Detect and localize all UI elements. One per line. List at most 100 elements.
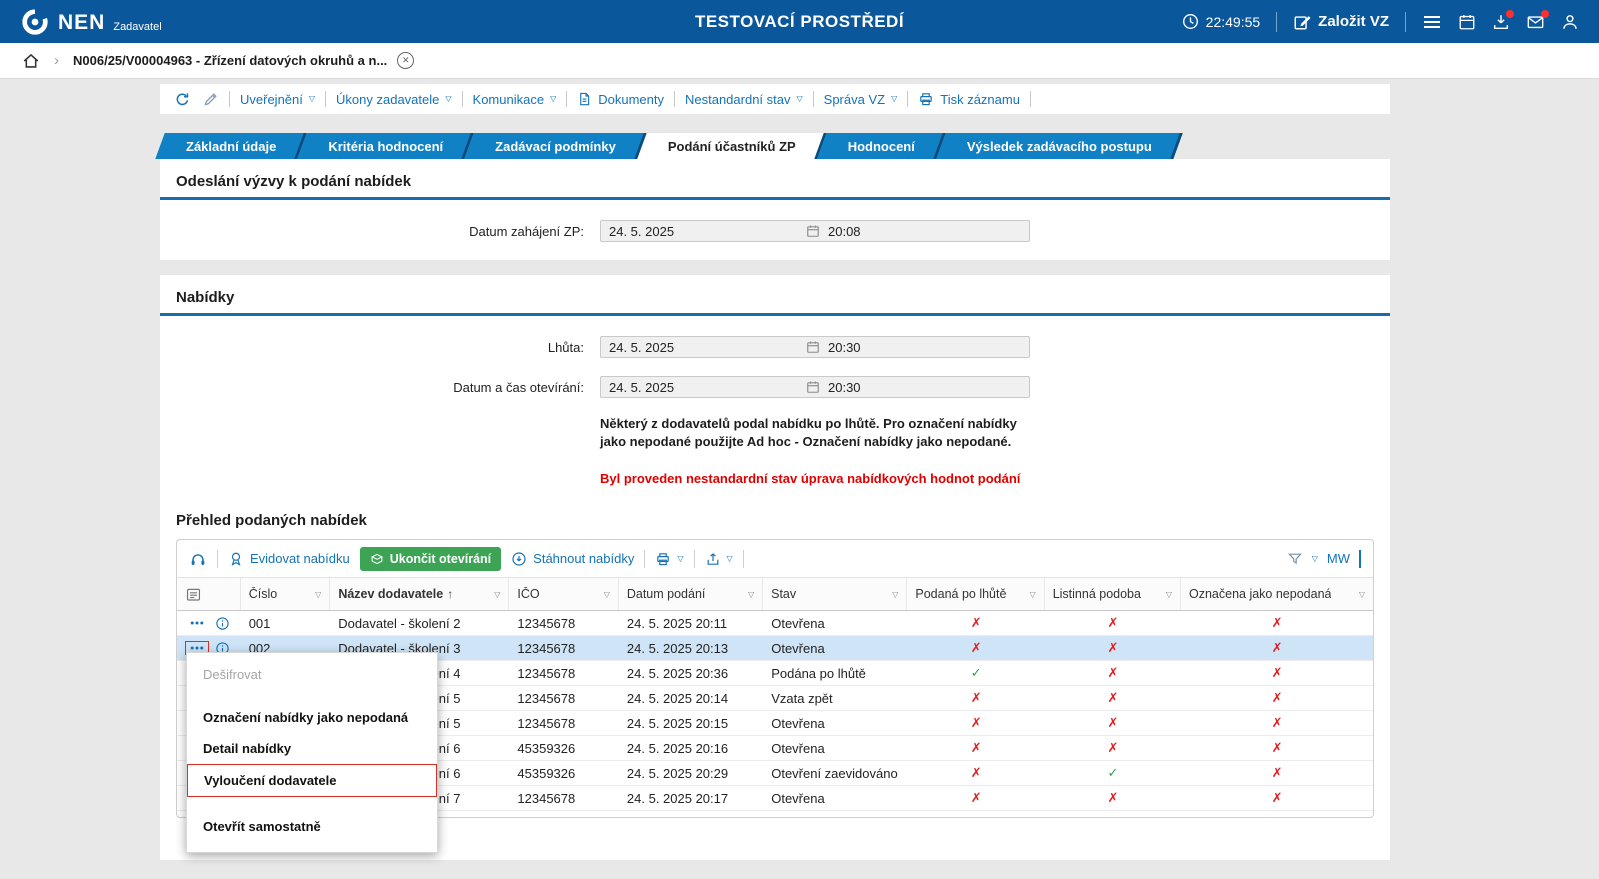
menu-item-detail-nabidky[interactable]: Detail nabídky: [187, 733, 437, 764]
home-icon[interactable]: [22, 52, 40, 70]
dropdown-triangle-icon: ▽: [309, 95, 315, 103]
datetime-control[interactable]: 24. 5. 2025 20:30: [600, 336, 1030, 358]
col-cislo[interactable]: Číslo ▽: [241, 578, 331, 610]
downloads-icon[interactable]: [1492, 13, 1510, 31]
menu-item-desifrovat: Dešifrovat: [187, 659, 437, 690]
datetime-control[interactable]: 24. 5. 2025 20:08: [600, 220, 1030, 242]
menu-sprava-vz[interactable]: Správa VZ ▽: [824, 92, 898, 107]
view-owner-label[interactable]: MW: [1327, 551, 1350, 566]
divider: [1030, 91, 1031, 107]
table-row[interactable]: 001 Dodavatel - školení 2 12345678 24. 5…: [177, 611, 1373, 636]
download-circle-icon: [511, 551, 527, 567]
cell-ico: 45359326: [509, 766, 619, 781]
divider: [1276, 12, 1277, 32]
dropdown-triangle-icon: ▽: [727, 555, 733, 563]
pencil-icon[interactable]: [203, 91, 219, 107]
print-grid-button[interactable]: ▽: [655, 551, 683, 567]
menu-tisk-zaznamu[interactable]: Tisk záznamu: [918, 91, 1020, 107]
time-value[interactable]: 20:08: [820, 224, 1029, 239]
filter-triangle-icon[interactable]: ▽: [1166, 590, 1172, 599]
column-chooser[interactable]: [177, 578, 241, 610]
menu-dokumenty[interactable]: Dokumenty: [577, 91, 664, 107]
ukoncit-oteviranni-button[interactable]: Ukončit otevírání: [360, 547, 501, 571]
edit-icon: [1293, 13, 1311, 31]
refresh-icon[interactable]: [174, 91, 191, 108]
cell-datum: 24. 5. 2025 20:36: [619, 666, 763, 681]
close-record-icon[interactable]: ✕: [397, 52, 414, 69]
divider: [743, 550, 744, 568]
time-value[interactable]: 20:30: [820, 380, 1029, 395]
calendar-icon[interactable]: [806, 340, 820, 354]
session-time: 22:49:55: [1206, 14, 1261, 30]
filter-triangle-icon[interactable]: ▽: [494, 590, 500, 599]
cell-nepodana-mark: ✗: [1272, 765, 1283, 781]
col-nazev-dodavatele[interactable]: Název dodavatele ↑ ▽: [330, 578, 509, 610]
breadcrumb-item[interactable]: N006/25/V00004963 - Zřízení datových okr…: [73, 53, 387, 68]
menu-label: Úkony zadavatele: [336, 92, 439, 107]
col-stav[interactable]: Stav ▽: [763, 578, 907, 610]
stahnout-nabidky-button[interactable]: Stáhnout nabídky: [511, 551, 634, 567]
filter-triangle-icon[interactable]: ▽: [748, 590, 754, 599]
column-label: Podaná po lhůtě: [915, 587, 1006, 601]
date-value[interactable]: 24. 5. 2025: [601, 224, 806, 239]
date-value[interactable]: 24. 5. 2025: [601, 380, 806, 395]
column-label: Listinná podoba: [1053, 587, 1141, 601]
nen-logo-icon[interactable]: [20, 7, 50, 37]
date-value[interactable]: 24. 5. 2025: [601, 340, 806, 355]
col-oznacena-jako-nepodana[interactable]: Označena jako nepodaná ▽: [1181, 578, 1373, 610]
field-label: Datum a čas otevírání:: [160, 380, 600, 395]
tab-zadavaci-podminky[interactable]: Zadávací podmínky: [469, 133, 642, 159]
menu-item-otevrit-samostatne[interactable]: Otevřít samostatně: [187, 811, 437, 842]
session-clock: 22:49:55: [1182, 13, 1261, 30]
tab-label: Výsledek zadávacího postupu: [967, 139, 1152, 154]
datetime-control[interactable]: 24. 5. 2025 20:30: [600, 376, 1030, 398]
cell-datum: 24. 5. 2025 20:17: [619, 791, 763, 806]
menu-nestandardni-stav[interactable]: Nestandardní stav ▽: [685, 92, 803, 107]
tab-zakladni-udaje[interactable]: Základní údaje: [160, 133, 302, 159]
cell-listinna-mark: ✗: [1107, 715, 1118, 731]
filter-triangle-icon[interactable]: ▽: [1359, 590, 1365, 599]
button-label: Stáhnout nabídky: [533, 551, 634, 566]
mail-icon[interactable]: [1526, 13, 1545, 31]
create-vz-button[interactable]: Založit VZ: [1293, 13, 1389, 31]
row-menu-icon[interactable]: [185, 616, 209, 630]
sort-asc-icon[interactable]: ↑: [447, 587, 453, 601]
tab-vysledek-zadavaciho-postupu[interactable]: Výsledek zadávacího postupu: [941, 133, 1178, 159]
filter-triangle-icon[interactable]: ▽: [315, 590, 321, 599]
col-listinna-podoba[interactable]: Listinná podoba ▽: [1045, 578, 1181, 610]
menu-item-oznaceni-nepodana[interactable]: Označení nabídky jako nepodaná: [187, 702, 437, 733]
tab-podani-ucastniku-zp[interactable]: Podání účastníků ZP: [642, 133, 822, 159]
evidovat-nabidku-button[interactable]: Evidovat nabídku: [228, 551, 350, 567]
calendar-icon[interactable]: [806, 380, 820, 394]
cell-listinna-mark: ✗: [1107, 790, 1118, 806]
col-ico[interactable]: IČO ▽: [509, 578, 618, 610]
filter-triangle-icon[interactable]: ▽: [1030, 590, 1036, 599]
cell-stav: Otevřena: [763, 716, 907, 731]
menu-komunikace[interactable]: Komunikace ▽: [473, 92, 557, 107]
tab-hodnoceni[interactable]: Hodnocení: [822, 133, 941, 159]
menu-uverejneni[interactable]: Uveřejnění ▽: [240, 92, 315, 107]
dropdown-triangle-icon[interactable]: ▽: [1312, 555, 1318, 563]
cell-po-lhute-mark: ✗: [971, 790, 982, 806]
cell-datum: 24. 5. 2025 20:29: [619, 766, 763, 781]
col-datum-podani[interactable]: Datum podání ▽: [619, 578, 763, 610]
funnel-icon[interactable]: [1287, 551, 1303, 567]
calendar-icon[interactable]: [806, 224, 820, 238]
cell-datum: 24. 5. 2025 20:13: [619, 641, 763, 656]
section-rule: [160, 197, 1390, 200]
dropdown-triangle-icon: ▽: [550, 95, 556, 103]
filter-triangle-icon[interactable]: ▽: [604, 590, 610, 599]
col-podana-po-lhute[interactable]: Podaná po lhůtě ▽: [907, 578, 1044, 610]
hamburger-icon[interactable]: [1422, 13, 1442, 31]
info-icon[interactable]: [215, 616, 230, 631]
menu-item-vylouceni-dodavatele[interactable]: Vyloučení dodavatele: [187, 764, 437, 797]
calendar-icon[interactable]: [1458, 13, 1476, 31]
tab-kriteria-hodnoceni[interactable]: Kritéria hodnocení: [302, 133, 469, 159]
headset-icon[interactable]: [189, 550, 207, 568]
filter-triangle-icon[interactable]: ▽: [892, 590, 898, 599]
user-icon[interactable]: [1561, 13, 1579, 31]
time-value[interactable]: 20:30: [820, 340, 1029, 355]
tab-label: Základní údaje: [186, 139, 276, 154]
export-grid-button[interactable]: ▽: [705, 551, 733, 567]
menu-ukony-zadavatele[interactable]: Úkony zadavatele ▽: [336, 92, 452, 107]
